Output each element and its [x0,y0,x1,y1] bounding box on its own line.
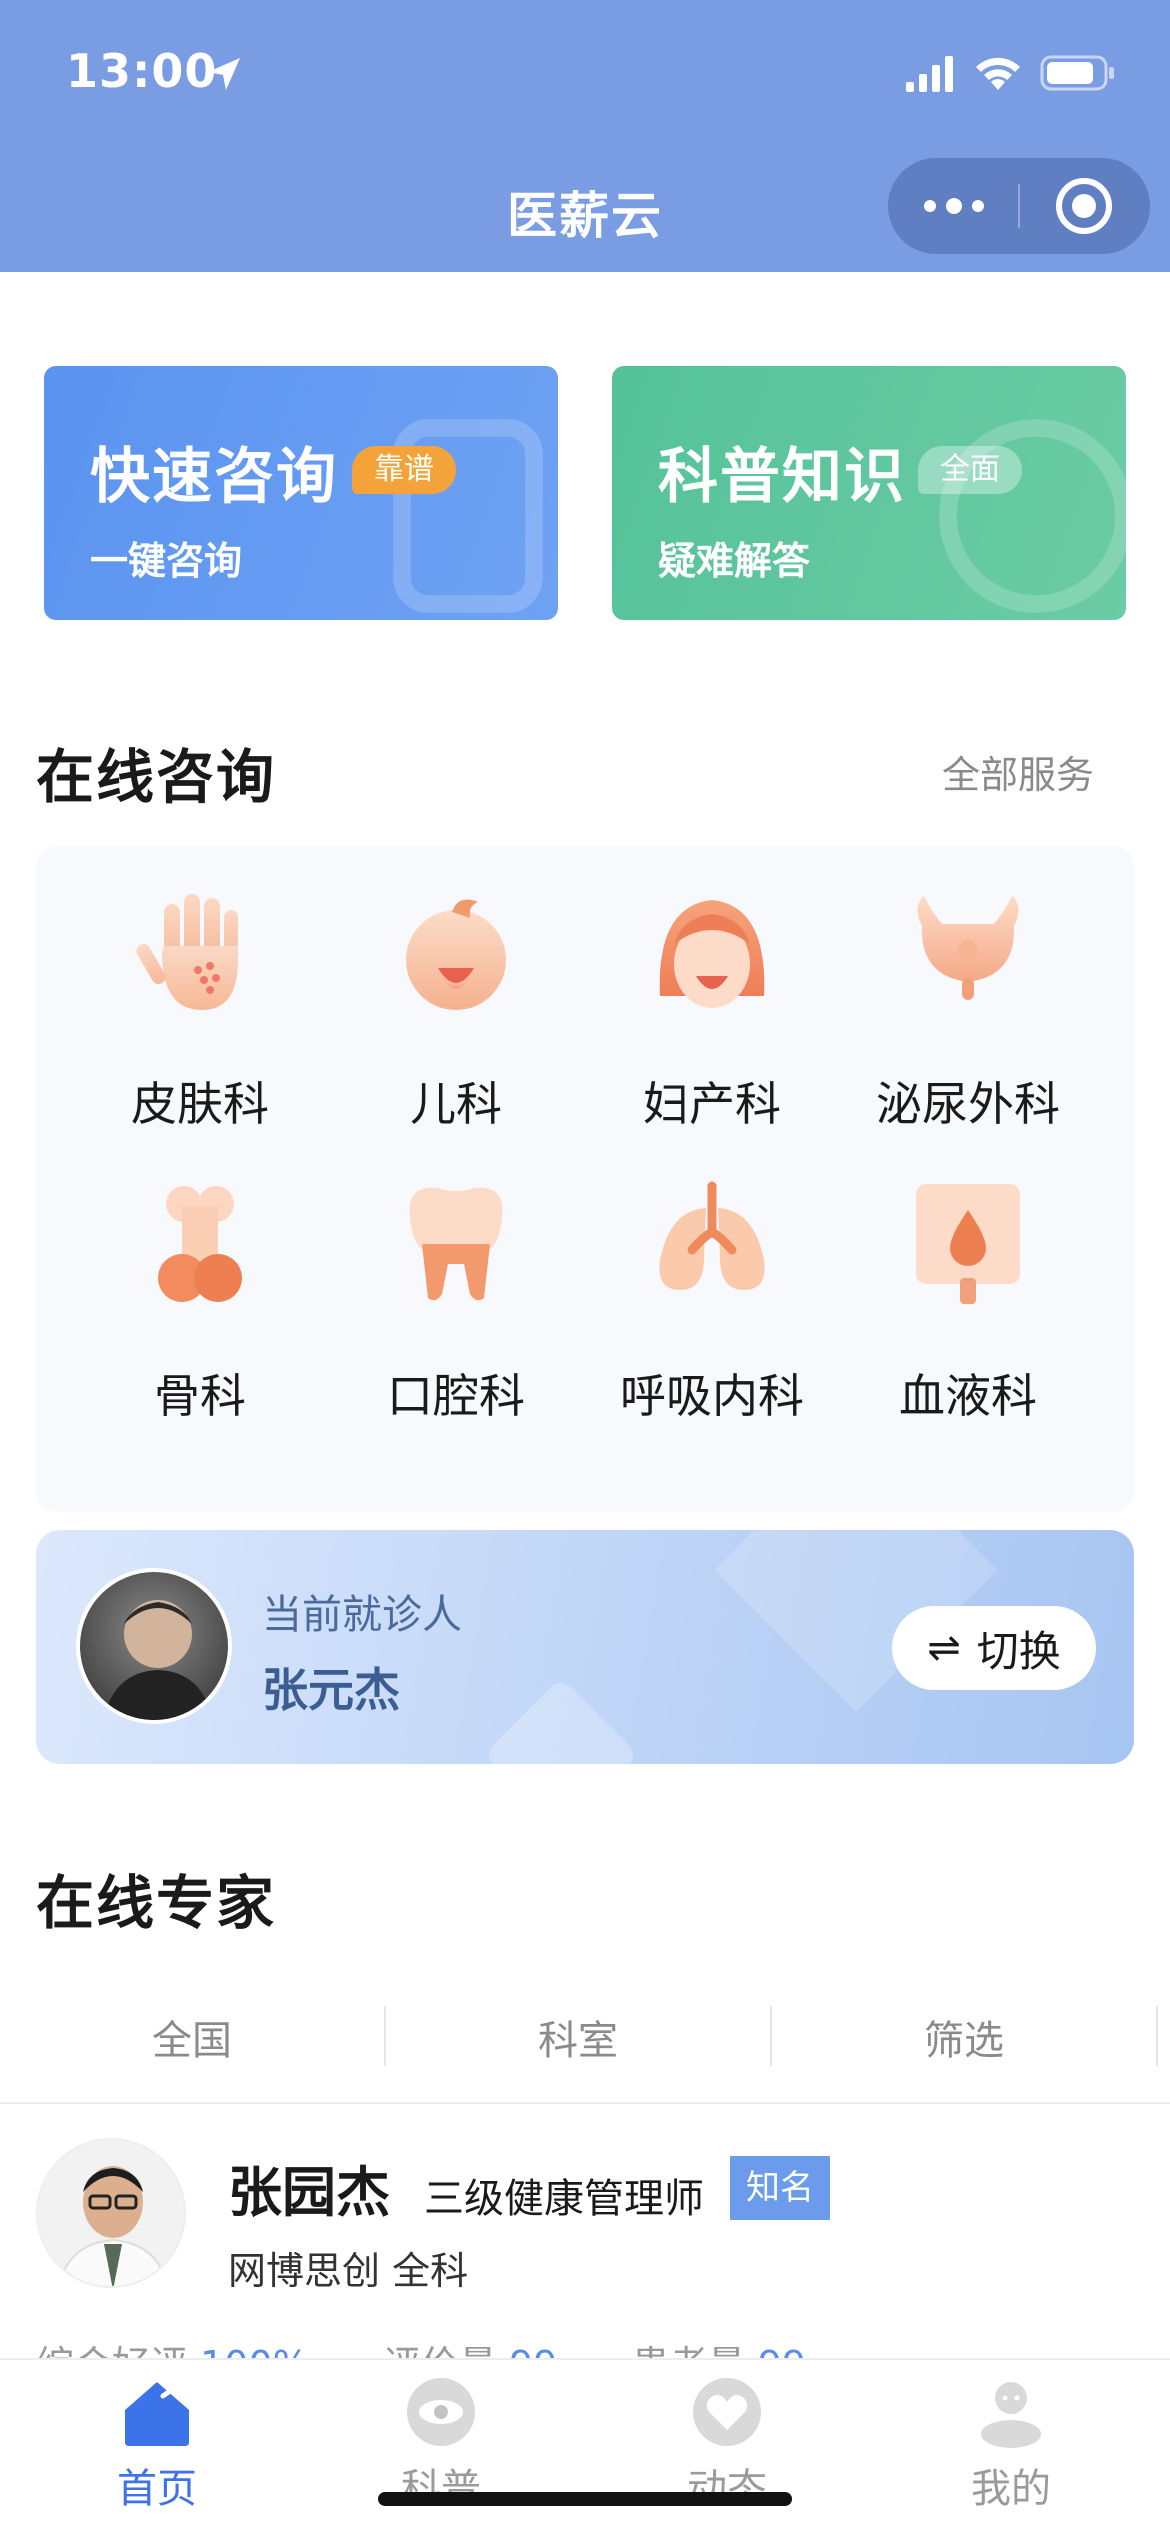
doctor-avatar[interactable] [36,2138,186,2288]
science-knowledge-card[interactable]: 科普知识 全面 疑难解答 [612,366,1126,620]
filter-region[interactable]: 全国 [0,2008,384,2066]
heart-icon [693,2378,761,2446]
tab-label: 首页 [117,2466,197,2512]
dept-respiratory[interactable]: 呼吸内科 [584,1178,840,1438]
quick-consult-card[interactable]: 快速咨询 靠谱 一键咨询 [44,366,558,620]
tooth-icon [409,1187,503,1301]
location-arrow-icon [208,58,240,90]
quick-consult-title: 快速咨询 [90,442,338,512]
dept-label: 血液科 [899,1369,1037,1423]
quick-consult-subtitle: 一键咨询 [90,539,243,583]
online-consult-title: 在线咨询 [36,743,277,811]
clock-deco-icon [939,419,1126,613]
eye-icon [407,2378,475,2446]
science-knowledge-subtitle: 疑难解答 [658,539,811,583]
filter-more[interactable]: 筛选 [772,2008,1156,2066]
child-avatar-icon [103,1600,213,1720]
bone-icon [158,1186,242,1302]
tab-profile[interactable]: 我的 [866,2374,1156,2514]
tab-label: 我的 [971,2466,1051,2512]
current-patient-label: 当前就诊人 [262,1592,462,1638]
dept-label: 口腔科 [387,1369,525,1423]
department-grid: 皮肤科 儿科 妇产科 泌尿外科 骨科 口腔科 呼吸内科 血液科 [36,846,1134,1512]
doctor-badge: 知名 [730,2156,830,2220]
dept-pediatrics[interactable]: 儿科 [328,886,584,1146]
close-target-icon[interactable] [1056,178,1112,234]
science-knowledge-title: 科普知识 [658,442,906,512]
filter-department[interactable]: 科室 [386,2008,770,2066]
dept-label: 泌尿外科 [876,1077,1060,1131]
card-decoration [483,1677,639,1764]
doctor-organization: 网博思创 全科 [228,2249,469,2293]
dept-hematology[interactable]: 血液科 [840,1178,1096,1438]
filter-divider [1156,2006,1158,2066]
tab-home[interactable]: 首页 [12,2374,302,2514]
current-patient-card: 当前就诊人 张元杰 ⇌ 切换 [36,1530,1134,1764]
dept-label: 骨科 [154,1369,246,1423]
capsule-divider [1018,184,1020,228]
app-header: 13:00 医薪云 [0,0,1170,272]
all-services-link[interactable]: 全部服务 [942,744,1094,799]
lungs-icon [659,1181,765,1290]
woman-icon [659,900,765,1008]
dept-label: 儿科 [410,1077,502,1131]
online-experts-title: 在线专家 [36,1869,277,1937]
swap-icon: ⇌ [927,1625,961,1671]
status-time: 13:00 [66,44,218,98]
hand-icon [136,894,238,1010]
home-indicator [378,2492,792,2506]
dept-label: 皮肤科 [131,1077,269,1131]
bladder-icon [917,896,1019,1000]
dept-dental[interactable]: 口腔科 [328,1178,584,1438]
switch-label: 切换 [976,1626,1061,1676]
blood-drop-icon [916,1184,1020,1304]
more-icon[interactable] [922,180,986,232]
expert-filter-bar: 全国 科室 筛选 [0,1990,1170,2104]
dept-label: 妇产科 [643,1077,781,1131]
wifi-icon [976,57,1020,90]
miniprogram-capsule [888,158,1150,254]
dept-obstetrics[interactable]: 妇产科 [584,886,840,1146]
cellular-signal-icon [906,56,953,92]
doctor-portrait-icon [38,2140,184,2286]
battery-icon [1040,55,1114,91]
switch-patient-button[interactable]: ⇌ 切换 [892,1606,1096,1690]
baby-icon [406,899,506,1010]
doctor-name[interactable]: 张园杰 [228,2148,390,2227]
dept-orthopedics[interactable]: 骨科 [72,1178,328,1438]
patient-avatar [76,1568,232,1724]
current-patient-name: 张元杰 [262,1663,400,1717]
dept-dermatology[interactable]: 皮肤科 [72,886,328,1146]
science-knowledge-badge: 全面 [918,446,1022,494]
user-icon [981,2382,1041,2448]
doctor-title: 三级健康管理师 [424,2176,704,2222]
home-icon [125,2382,189,2446]
quick-consult-badge: 靠谱 [352,446,456,494]
dept-urology[interactable]: 泌尿外科 [840,886,1096,1146]
dept-label: 呼吸内科 [620,1369,804,1423]
doctor-deco-icon [393,419,543,613]
